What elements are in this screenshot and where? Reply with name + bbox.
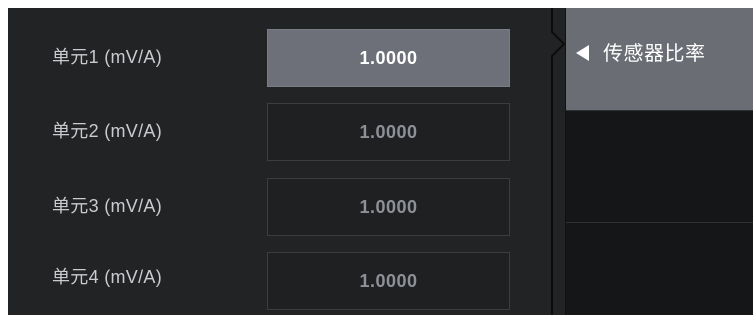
unit1-value-field[interactable]: 1.0000	[267, 29, 510, 87]
unit2-label: 单元2 (mV/A)	[52, 121, 163, 141]
left-triangle-icon	[576, 45, 589, 61]
unit3-value: 1.0000	[359, 196, 418, 217]
unit4-value-field[interactable]: 1.0000	[267, 252, 510, 310]
unit4-value: 1.0000	[359, 270, 418, 291]
unit4-label: 单元4 (mV/A)	[52, 267, 163, 287]
unit3-value-field[interactable]: 1.0000	[267, 178, 510, 236]
unit1-value: 1.0000	[359, 47, 418, 68]
panel-connector	[546, 8, 568, 315]
unit2-value: 1.0000	[359, 121, 418, 142]
unit1-label: 单元1 (mV/A)	[52, 47, 163, 67]
unit3-label: 单元3 (mV/A)	[52, 196, 163, 216]
menu-item-sensor-ratio-label: 传感器比率	[603, 41, 706, 65]
unit2-value-field[interactable]: 1.0000	[267, 103, 510, 161]
menu-item-empty-2[interactable]	[566, 110, 753, 222]
menu-item-empty-3[interactable]	[566, 222, 753, 315]
